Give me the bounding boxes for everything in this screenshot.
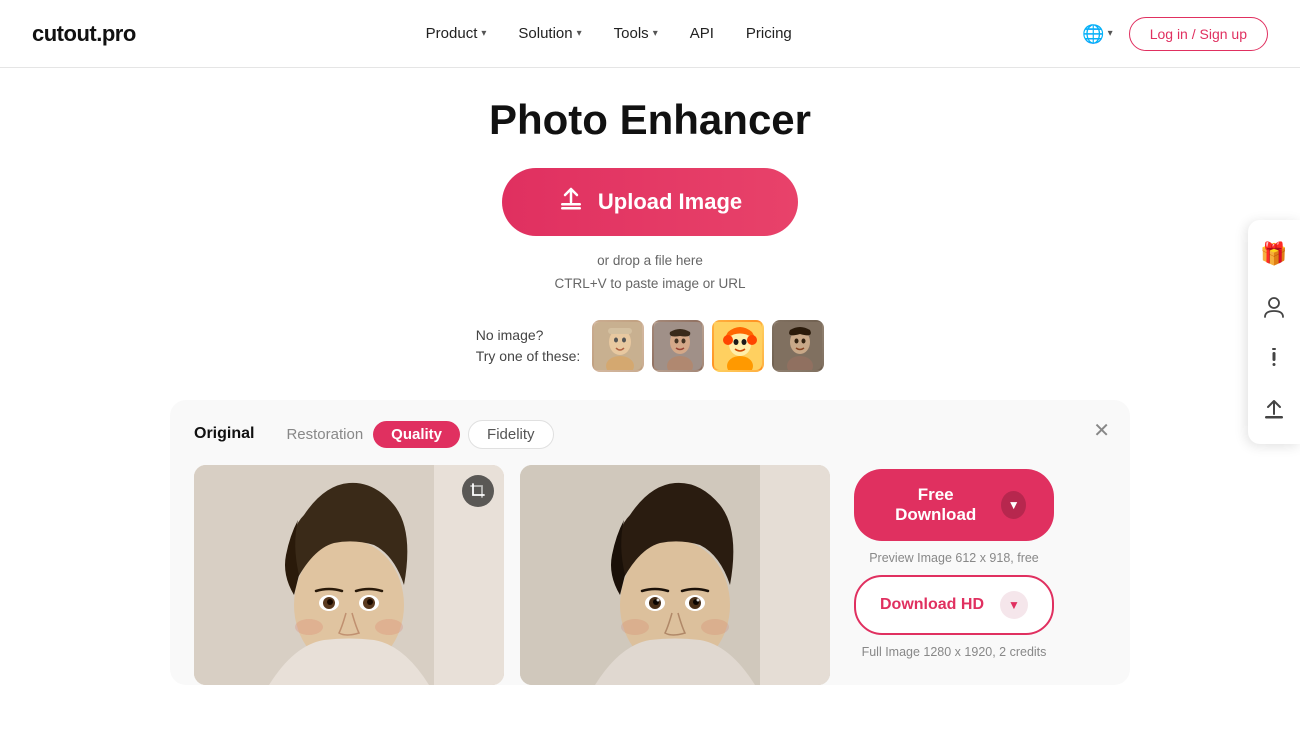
chevron-down-icon: ▾ [653, 28, 658, 39]
image-row: Free Download ▼ Preview Image 612 x 918,… [194, 465, 1106, 685]
dropdown-arrow-icon: ▼ [1001, 491, 1026, 519]
sample-thumb-4[interactable] [772, 320, 824, 372]
chevron-down-icon: ▾ [1108, 28, 1113, 39]
nav-api[interactable]: API [690, 25, 714, 42]
sample-thumb-3[interactable] [712, 320, 764, 372]
chevron-down-icon: ▾ [481, 28, 486, 39]
sample-label: No image? Try one of these: [476, 325, 581, 367]
result-section: Original Restoration Quality Fidelity ✕ [170, 400, 1130, 685]
main-nav: Product ▾ Solution ▾ Tools ▾ API Pricing [426, 25, 792, 42]
nav-solution[interactable]: Solution ▾ [518, 25, 581, 42]
sidebar-upload-button[interactable] [1248, 384, 1300, 436]
tab-fidelity[interactable]: Fidelity [468, 420, 554, 449]
upload-button[interactable]: Upload Image [502, 168, 798, 236]
translate-icon: 🌐 [1082, 23, 1104, 45]
free-download-label: Free Download [882, 485, 989, 525]
close-button[interactable]: ✕ [1093, 418, 1110, 443]
tab-quality[interactable]: Quality [373, 421, 460, 448]
login-button[interactable]: Log in / Sign up [1129, 17, 1268, 51]
full-image-info: Full Image 1280 x 1920, 2 credits [854, 645, 1054, 659]
chevron-down-icon: ▾ [577, 28, 582, 39]
svg-text:🌐: 🌐 [1082, 23, 1104, 44]
upload-label: Upload Image [598, 189, 742, 215]
download-hd-label: Download HD [880, 596, 984, 614]
dropdown-hd-arrow-icon: ▼ [1000, 591, 1028, 619]
preview-info: Preview Image 612 x 918, free [854, 551, 1054, 565]
sidebar-alert-button[interactable] [1248, 332, 1300, 384]
right-sidebar: 🎁 [1248, 220, 1300, 444]
nav-tools[interactable]: Tools ▾ [614, 25, 658, 42]
sample-thumb-2[interactable] [652, 320, 704, 372]
enhanced-image-container [520, 465, 830, 685]
sidebar-avatar-button[interactable] [1248, 280, 1300, 332]
tab-original[interactable]: Original [194, 425, 254, 443]
language-button[interactable]: 🌐 ▾ [1082, 23, 1113, 45]
nav-pricing[interactable]: Pricing [746, 25, 792, 42]
original-image-container [194, 465, 504, 685]
download-panel: Free Download ▼ Preview Image 612 x 918,… [846, 465, 1106, 659]
nav-product[interactable]: Product ▾ [426, 25, 487, 42]
page-title: Photo Enhancer [489, 96, 811, 144]
sample-thumb-1[interactable] [592, 320, 644, 372]
crop-button[interactable] [462, 475, 494, 507]
logo[interactable]: cutout.pro [32, 21, 136, 47]
header-right: 🌐 ▾ Log in / Sign up [1082, 17, 1268, 51]
download-hd-button[interactable]: Download HD ▼ [854, 575, 1054, 635]
header: cutout.pro Product ▾ Solution ▾ Tools ▾ … [0, 0, 1300, 68]
upload-icon [558, 186, 584, 218]
drop-hint: or drop a file here CTRL+V to paste imag… [555, 250, 746, 296]
sample-thumbs [592, 320, 824, 372]
result-tabs: Original Restoration Quality Fidelity ✕ [194, 420, 1106, 449]
free-download-button[interactable]: Free Download ▼ [854, 469, 1054, 541]
sidebar-gift-button[interactable]: 🎁 [1248, 228, 1300, 280]
main-content: Photo Enhancer Upload Image or drop a fi… [0, 68, 1300, 685]
sample-row: No image? Try one of these: [476, 320, 825, 372]
tab-restoration-label: Restoration [286, 426, 363, 443]
